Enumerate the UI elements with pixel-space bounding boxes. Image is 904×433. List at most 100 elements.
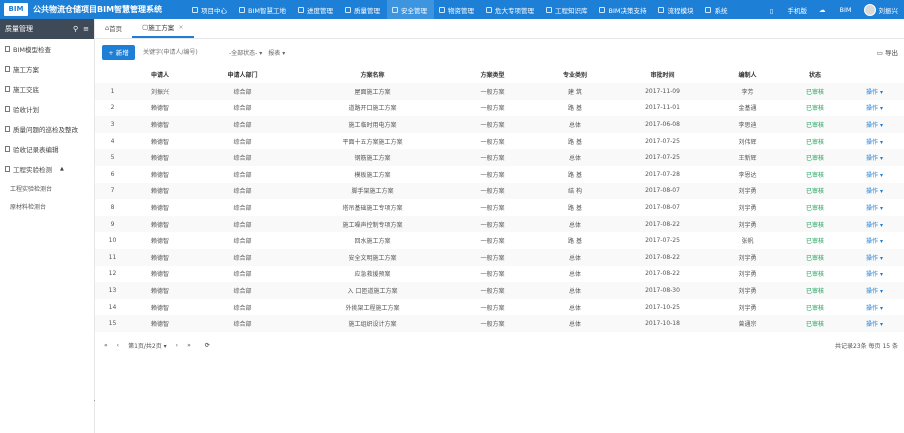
column-header[interactable]: 方案类型 (450, 66, 535, 83)
action-dropdown[interactable]: 操作 ▾ (845, 232, 904, 249)
table-row[interactable]: 6 赖德智 综合部 模板施工方案 一般方案 路 基 2017-07-28 李恩达 已审核 操作 ▾ (95, 166, 904, 183)
tab-label: 施工方案 (148, 24, 175, 32)
column-header[interactable]: 申请人 (130, 66, 190, 83)
sidebar-item[interactable]: 施工方案 (0, 59, 94, 79)
column-header[interactable]: 审批时间 (615, 66, 710, 83)
table-row[interactable]: 7 赖德智 综合部 脚手架施工方案 一般方案结 构 2017-08-07 刘宇勇 已审核 操作 … (95, 182, 904, 200)
table-cell: 9 (95, 215, 130, 233)
nav-item[interactable]: 进度管理 (293, 0, 340, 19)
column-header[interactable]: 编制人 (710, 66, 785, 83)
table-row[interactable]: 15 赖德智 综合部 施工组织设计方案 一般方案 总体 2017-10-18 曾通宗 已审核 操作… (95, 315, 904, 332)
report-filter[interactable]: 报表 ▾ (268, 48, 285, 57)
table-cell: 安全文明施工方案 (295, 248, 450, 266)
page-selector[interactable]: 第1页/共2页 ▾ (128, 341, 167, 350)
table-row[interactable]: 1 刘振兴 综合部 屋面施工方案 一般方案建 筑 2017-11-09 李芳 已审核 操作 ▾ (95, 83, 904, 100)
column-header[interactable]: 专业类别 (535, 66, 615, 83)
table-row[interactable]: 11 赖德智 综合部 安全文明施工方案 一般方案 总体 2017-08-22 刘宇勇 已审核 操作… (95, 248, 904, 266)
table-cell: 综合部 (190, 83, 295, 100)
search-input[interactable] (143, 45, 223, 59)
table-row[interactable]: 8 赖德智 综合部 塔吊基础施工专项方案 一般方案 路 基 2017-08-07 刘宇勇 已审核… (95, 199, 904, 216)
sidebar-item[interactable]: 工程实验检测 ▲ (0, 159, 94, 179)
mobile-link[interactable]: ▯ 手机版 (770, 5, 807, 15)
action-dropdown[interactable]: 操作 ▾ (845, 299, 904, 316)
table-cell: 结 构 (535, 182, 615, 200)
nav-icon (391, 6, 398, 13)
action-dropdown[interactable]: 操作 ▾ (845, 83, 904, 100)
nav-item[interactable]: BIM智慧工地 (234, 0, 293, 19)
sidebar-subitem[interactable]: 原材料检测台 (0, 197, 94, 215)
action-dropdown[interactable]: 操作 ▾ (845, 182, 904, 200)
close-icon[interactable]: × (178, 23, 183, 31)
table-cell: 一般方案 (480, 271, 505, 279)
column-header[interactable]: 申请人部门 (190, 66, 295, 83)
status-cell: 已审核 (785, 182, 845, 200)
table-cell: 一般方案 (450, 182, 535, 200)
action-dropdown[interactable]: 操作 ▾ (845, 282, 904, 299)
sidebar-subitem[interactable]: 工程实验检测台 (0, 179, 94, 197)
table-row[interactable]: 2 赖德智 综合部 道路开口施工方案 一般方案 路 基 2017-11-01 金基通 已审核 操作… (95, 100, 904, 117)
table-row[interactable]: 14 赖德智 综合部 外挑架工程施工方案 一般方案 总体 2017-10-25 刘宇勇 已审核 操… (95, 299, 904, 316)
table-cell: 2017-08-22 (615, 248, 710, 266)
nav-item[interactable]: 危大专项管理 (481, 0, 541, 19)
user-menu[interactable]: 刘振兴 (852, 3, 898, 16)
page-info: 第1页/共2页 (128, 342, 162, 350)
action-dropdown[interactable]: 操作 ▾ (845, 133, 904, 150)
tab[interactable]: ⌂ 首页 (95, 18, 132, 38)
nav-item[interactable]: 系统 (700, 0, 734, 19)
table-cell: 塔吊基础施工专项方案 (342, 204, 403, 212)
status-cell: 已审核 (805, 171, 824, 179)
action-dropdown[interactable]: 操作 ▾ (845, 266, 904, 283)
action-dropdown[interactable]: 操作 ▾ (845, 166, 904, 183)
table-cell: 赖德智 (150, 204, 169, 212)
action-dropdown[interactable]: 操作 ▾ (845, 215, 904, 233)
table-cell: 一般方案 (480, 304, 505, 312)
table-cell: 一般方案 (450, 315, 535, 332)
doc-icon (5, 106, 10, 112)
nav-item[interactable]: 物资管理 (434, 0, 481, 19)
last-page-button[interactable]: » (187, 342, 191, 349)
next-page-button[interactable]: › (176, 342, 178, 349)
sidebar-item[interactable]: 验收记录表编辑 (0, 139, 94, 159)
table-row[interactable]: 10 赖德智 综合部 回水施工方案 一般方案 路 基 2017-07-25 张帆 已审核 操作 ▾ (95, 232, 904, 249)
bim-link[interactable]: ☁ BIM (819, 6, 852, 14)
sidebar: 质量管理 ⚲ ≡ BIM模型检查 施工方案 施工交底 验收计划 质量问题的巡检及整改 验收… (0, 19, 95, 433)
refresh-icon[interactable]: ⟳ (205, 342, 210, 349)
table-row[interactable]: 9 赖德智 综合部 施工噪声控制专项方案 一般方案 总体 2017-08-22 刘宇勇 已审核操… (95, 215, 904, 233)
total-records: 共记录23条 每页 15 条 (835, 342, 898, 350)
nav-item[interactable]: 质量管理 (340, 0, 387, 19)
table-cell: 2017-10-18 (615, 315, 710, 332)
action-dropdown[interactable]: 操作 ▾ (845, 248, 904, 266)
table-cell: 刘宇勇 (738, 204, 757, 212)
first-page-button[interactable]: « (104, 342, 108, 349)
action-dropdown[interactable]: 操作 ▾ (845, 199, 904, 216)
table-row[interactable]: 12 赖德智 综合部 应急救援预案 一般方案 总体 2017-08-22 刘宇勇 已审核 操作 ▾ (95, 266, 904, 283)
prev-page-button[interactable]: ‹ (117, 342, 119, 349)
table-row[interactable]: 3 赖德智 综合部 施工临时用电方案 一般方案 总体 2017-06-08 李思迪 已审核 操作 … (95, 116, 904, 133)
action-dropdown[interactable]: 操作 ▾ (845, 149, 904, 166)
table-row[interactable]: 4 赖德智 综合部 平面十五方案施工方案 一般方案 路 基 2017-07-25 刘伟辉 已审核… (95, 133, 904, 150)
action-dropdown[interactable]: 操作 ▾ (845, 116, 904, 133)
menu-icon[interactable]: ≡ (83, 25, 89, 33)
export-button[interactable]: ▭ 导出 (877, 47, 898, 57)
nav-item[interactable]: 安全管理 (386, 0, 434, 19)
column-header[interactable]: 方案名称 (295, 66, 450, 83)
nav-label: 进度管理 (306, 6, 333, 15)
sidebar-item[interactable]: 验收计划 (0, 99, 94, 119)
nav-item[interactable]: 项目中心 (187, 0, 234, 19)
action-dropdown[interactable]: 操作 ▾ (845, 100, 904, 117)
sidebar-item[interactable]: BIM模型检查 (0, 39, 94, 59)
tab[interactable]: ▢ 施工方案 × (132, 18, 194, 38)
add-button[interactable]: + 新增 (102, 44, 135, 60)
table-row[interactable]: 5 赖德智 综合部 钢筋施工方案 一般方案 总体 2017-07-25 王新辉 已审核 操作 ▾ (95, 149, 904, 166)
status-filter[interactable]: -全部状态- ▾ (229, 48, 262, 57)
nav-item[interactable]: 工程知识库 (541, 0, 595, 19)
sidebar-item[interactable]: 质量问题的巡检及整改 (0, 119, 94, 139)
search-icon[interactable]: ⚲ (73, 25, 78, 33)
sidebar-item[interactable]: 施工交底 (0, 79, 94, 99)
doc-icon (5, 126, 10, 132)
nav-item[interactable]: 流程模块 (653, 0, 700, 19)
nav-item[interactable]: BIM决策支持 (594, 0, 653, 19)
table-row[interactable]: 13 赖德智 综合部入 口匝道施工方案 一般方案 总体 2017-08-30 刘宇勇 已审核操… (95, 282, 904, 299)
table-cell: 赖德智 (150, 138, 169, 146)
action-dropdown[interactable]: 操作 ▾ (845, 315, 904, 332)
